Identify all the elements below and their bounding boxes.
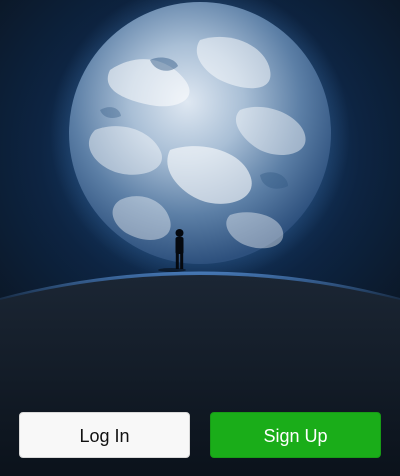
earth-globe-icon xyxy=(69,2,331,264)
auth-actions: Log In Sign Up xyxy=(0,412,400,460)
login-button[interactable]: Log In xyxy=(19,412,190,458)
launch-screen: Log In Sign Up xyxy=(0,0,400,476)
signup-button[interactable]: Sign Up xyxy=(210,412,381,458)
launch-illustration xyxy=(0,0,400,476)
